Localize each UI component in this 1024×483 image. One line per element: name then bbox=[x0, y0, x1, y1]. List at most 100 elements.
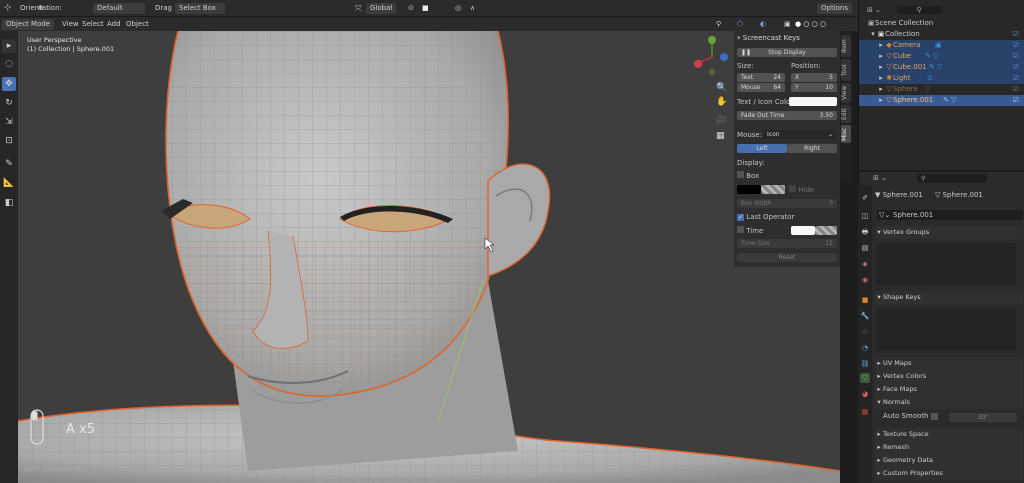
visibility-icon[interactable]: ⚲ bbox=[716, 19, 721, 30]
annotate-tool-icon[interactable]: ✎ bbox=[2, 157, 16, 171]
options-dropdown[interactable]: Options bbox=[817, 3, 853, 14]
mode-dropdown[interactable]: Object Mode bbox=[2, 19, 54, 30]
ortho-grid-icon[interactable]: ▦ bbox=[716, 131, 725, 141]
3d-viewport[interactable]: User Perspective (1) Collection | Sphere… bbox=[18, 31, 840, 483]
menu-object[interactable]: Object bbox=[126, 19, 149, 30]
outliner-item-camera[interactable]: ▸ ◆Camera ▣ ☑ bbox=[859, 40, 1024, 51]
navigation-gizmo[interactable] bbox=[688, 33, 736, 81]
measure-tool-icon[interactable]: 📐 bbox=[2, 176, 16, 190]
texture-tab-icon[interactable]: ▦ bbox=[860, 407, 870, 417]
pan-hand-icon[interactable]: ✋ bbox=[716, 97, 727, 107]
section-shape-keys[interactable]: ▾ Shape Keys bbox=[875, 291, 1023, 304]
cursor-tool-icon[interactable]: ◌ bbox=[2, 57, 16, 71]
physics-tab-icon[interactable]: ◔ bbox=[860, 343, 870, 353]
select-tool-icon[interactable]: ▸ bbox=[2, 39, 16, 53]
hide-checkbox[interactable]: Hide bbox=[789, 185, 837, 195]
time-size-field[interactable]: Time Size 12 bbox=[737, 239, 837, 248]
outliner-item-sphere[interactable]: ▸ ▽Sphere ▽ ☑ bbox=[859, 84, 1024, 95]
panel-header[interactable]: ▾ Screencast Keys bbox=[737, 33, 837, 43]
pivot-icon[interactable]: ⊙ bbox=[408, 3, 414, 14]
constraints-tab-icon[interactable]: ⛓ bbox=[860, 359, 870, 369]
transform-orientation-dropdown[interactable]: Global bbox=[366, 3, 396, 14]
menu-add[interactable]: Add bbox=[107, 19, 121, 30]
position-y-field[interactable]: Y 10 bbox=[791, 83, 837, 92]
camera-icon[interactable]: 🎥 bbox=[716, 115, 727, 125]
object-tab-icon[interactable]: ■ bbox=[860, 295, 870, 305]
section-vertex-colors[interactable]: ▸ Vertex Colors bbox=[875, 370, 1023, 383]
tab-view[interactable]: View bbox=[841, 83, 851, 103]
left-button[interactable]: Left bbox=[737, 144, 787, 153]
mesh-name-field[interactable]: ▽⌄ Sphere.001 bbox=[877, 210, 1023, 220]
stop-display-button[interactable]: ❚❚ Stop Display bbox=[737, 48, 837, 57]
scene-tab-icon[interactable]: ◈ bbox=[860, 259, 870, 269]
box-checkbox[interactable]: Box bbox=[737, 171, 837, 181]
add-cube-tool-icon[interactable]: ◧ bbox=[2, 196, 16, 210]
collection-row[interactable]: ▾ ▣Collection ☑ bbox=[859, 29, 1024, 40]
view-layer-tab-icon[interactable]: ▤ bbox=[860, 243, 870, 253]
drag-dropdown[interactable]: Select Box bbox=[175, 3, 225, 14]
section-uv-maps[interactable]: ▸ UV Maps bbox=[875, 357, 1023, 370]
transform-tool-icon[interactable]: ⊡ bbox=[2, 134, 16, 148]
tool-tab-icon[interactable]: ✐ bbox=[860, 193, 870, 203]
properties-search-input[interactable]: ⚲ bbox=[917, 174, 987, 183]
tab-misc[interactable]: Misc bbox=[841, 125, 851, 143]
section-normals[interactable]: ▾ Normals bbox=[875, 396, 1023, 409]
scene-collection-row[interactable]: ▣Scene Collection bbox=[859, 18, 1024, 29]
falloff-icon[interactable]: ∧ bbox=[470, 3, 475, 14]
position-x-field[interactable]: X5 bbox=[791, 73, 837, 82]
reset-button[interactable]: Reset bbox=[737, 253, 837, 262]
vertex-groups-list[interactable] bbox=[876, 243, 1016, 286]
time-color-swatch[interactable] bbox=[791, 226, 815, 235]
text-color-swatch[interactable] bbox=[789, 97, 837, 106]
world-tab-icon[interactable]: ◉ bbox=[860, 275, 870, 285]
section-remesh[interactable]: ▸ Remesh bbox=[875, 441, 1023, 454]
snap-icon[interactable]: ■ bbox=[422, 3, 429, 14]
shading-solid-icon[interactable]: ● ○ ○ ○ bbox=[795, 19, 826, 30]
time-alpha-swatch[interactable] bbox=[815, 226, 837, 235]
menu-select[interactable]: Select bbox=[82, 19, 104, 30]
tab-edit[interactable]: Edit bbox=[841, 105, 851, 123]
transform-tool-icon[interactable]: ⊹ bbox=[4, 3, 12, 14]
box-color-swatch[interactable] bbox=[737, 185, 761, 194]
scale-tool-icon[interactable]: ⇲ bbox=[2, 115, 16, 129]
outliner-item-light[interactable]: ▸ ✺Light ⊙ ☑ bbox=[859, 73, 1024, 84]
properties-editor-type-icon[interactable]: ⊞ ⌄ bbox=[873, 174, 887, 182]
fade-out-field[interactable]: Fade Out Time 3.50 bbox=[737, 111, 837, 120]
move-tool-icon[interactable]: ✥ bbox=[2, 77, 16, 91]
auto-smooth-checkbox[interactable]: Auto Smooth bbox=[883, 412, 938, 420]
mesh-data-tab-icon[interactable]: ▽ bbox=[860, 373, 870, 383]
modifier-tab-icon[interactable]: 🔧 bbox=[860, 311, 870, 321]
xray-icon[interactable]: ▣ bbox=[784, 19, 791, 30]
last-operator-checkbox[interactable]: ✓ Last Operator bbox=[737, 212, 837, 222]
tab-tool[interactable]: Tool bbox=[841, 59, 851, 81]
shape-keys-list[interactable] bbox=[876, 308, 1016, 351]
mouse-mode-dropdown[interactable]: Icon ⌄ bbox=[763, 130, 837, 139]
zoom-icon[interactable]: 🔍 bbox=[716, 83, 727, 93]
overlay-icon[interactable]: ◐ bbox=[760, 19, 766, 30]
outliner-item-cube-001[interactable]: ▸ ▽Cube.001 ✎ ▽ ☑ bbox=[859, 62, 1024, 73]
particles-tab-icon[interactable]: ⁘ bbox=[860, 327, 870, 337]
outliner-item-sphere-001[interactable]: ▸ ▽Sphere.001 ✎ ▽ ☑ bbox=[859, 95, 1024, 106]
outliner-item-cube[interactable]: ▸ ▽Cube ✎ ▽ ☑ bbox=[859, 51, 1024, 62]
outliner-header-icons[interactable]: ⊞ ⌄ ⚲ bbox=[867, 5, 1024, 16]
gizmo-icon[interactable]: ⬡ bbox=[737, 19, 743, 30]
material-tab-icon[interactable]: ◕ bbox=[860, 389, 870, 399]
section-face-maps[interactable]: ▸ Face Maps bbox=[875, 383, 1023, 396]
right-button[interactable]: Right bbox=[787, 144, 837, 153]
menu-view[interactable]: View bbox=[62, 19, 79, 30]
box-alpha-swatch[interactable] bbox=[761, 185, 785, 194]
render-tab-icon[interactable]: ◫ bbox=[860, 211, 870, 221]
mouse-size-field[interactable]: Mouse 64 bbox=[737, 83, 785, 92]
auto-smooth-angle[interactable]: 30° bbox=[949, 413, 1017, 422]
tab-item[interactable]: Item bbox=[841, 35, 851, 57]
box-width-field[interactable]: Box Width 0 bbox=[737, 199, 837, 208]
transform-pivot-icon[interactable]: ⤧ bbox=[355, 3, 361, 14]
proportional-icon[interactable]: ◎ bbox=[455, 3, 461, 14]
orientation-dropdown[interactable]: Default bbox=[93, 3, 145, 14]
section-vertex-groups[interactable]: ▾ Vertex Groups bbox=[875, 226, 1023, 239]
section-texture-space[interactable]: ▸ Texture Space bbox=[875, 428, 1023, 441]
rotate-tool-icon[interactable]: ↻ bbox=[2, 96, 16, 110]
output-tab-icon[interactable]: 🖶 bbox=[860, 227, 870, 237]
text-size-field[interactable]: Text 24 bbox=[737, 73, 785, 82]
section-custom-properties[interactable]: ▸ Custom Properties bbox=[875, 467, 1023, 480]
